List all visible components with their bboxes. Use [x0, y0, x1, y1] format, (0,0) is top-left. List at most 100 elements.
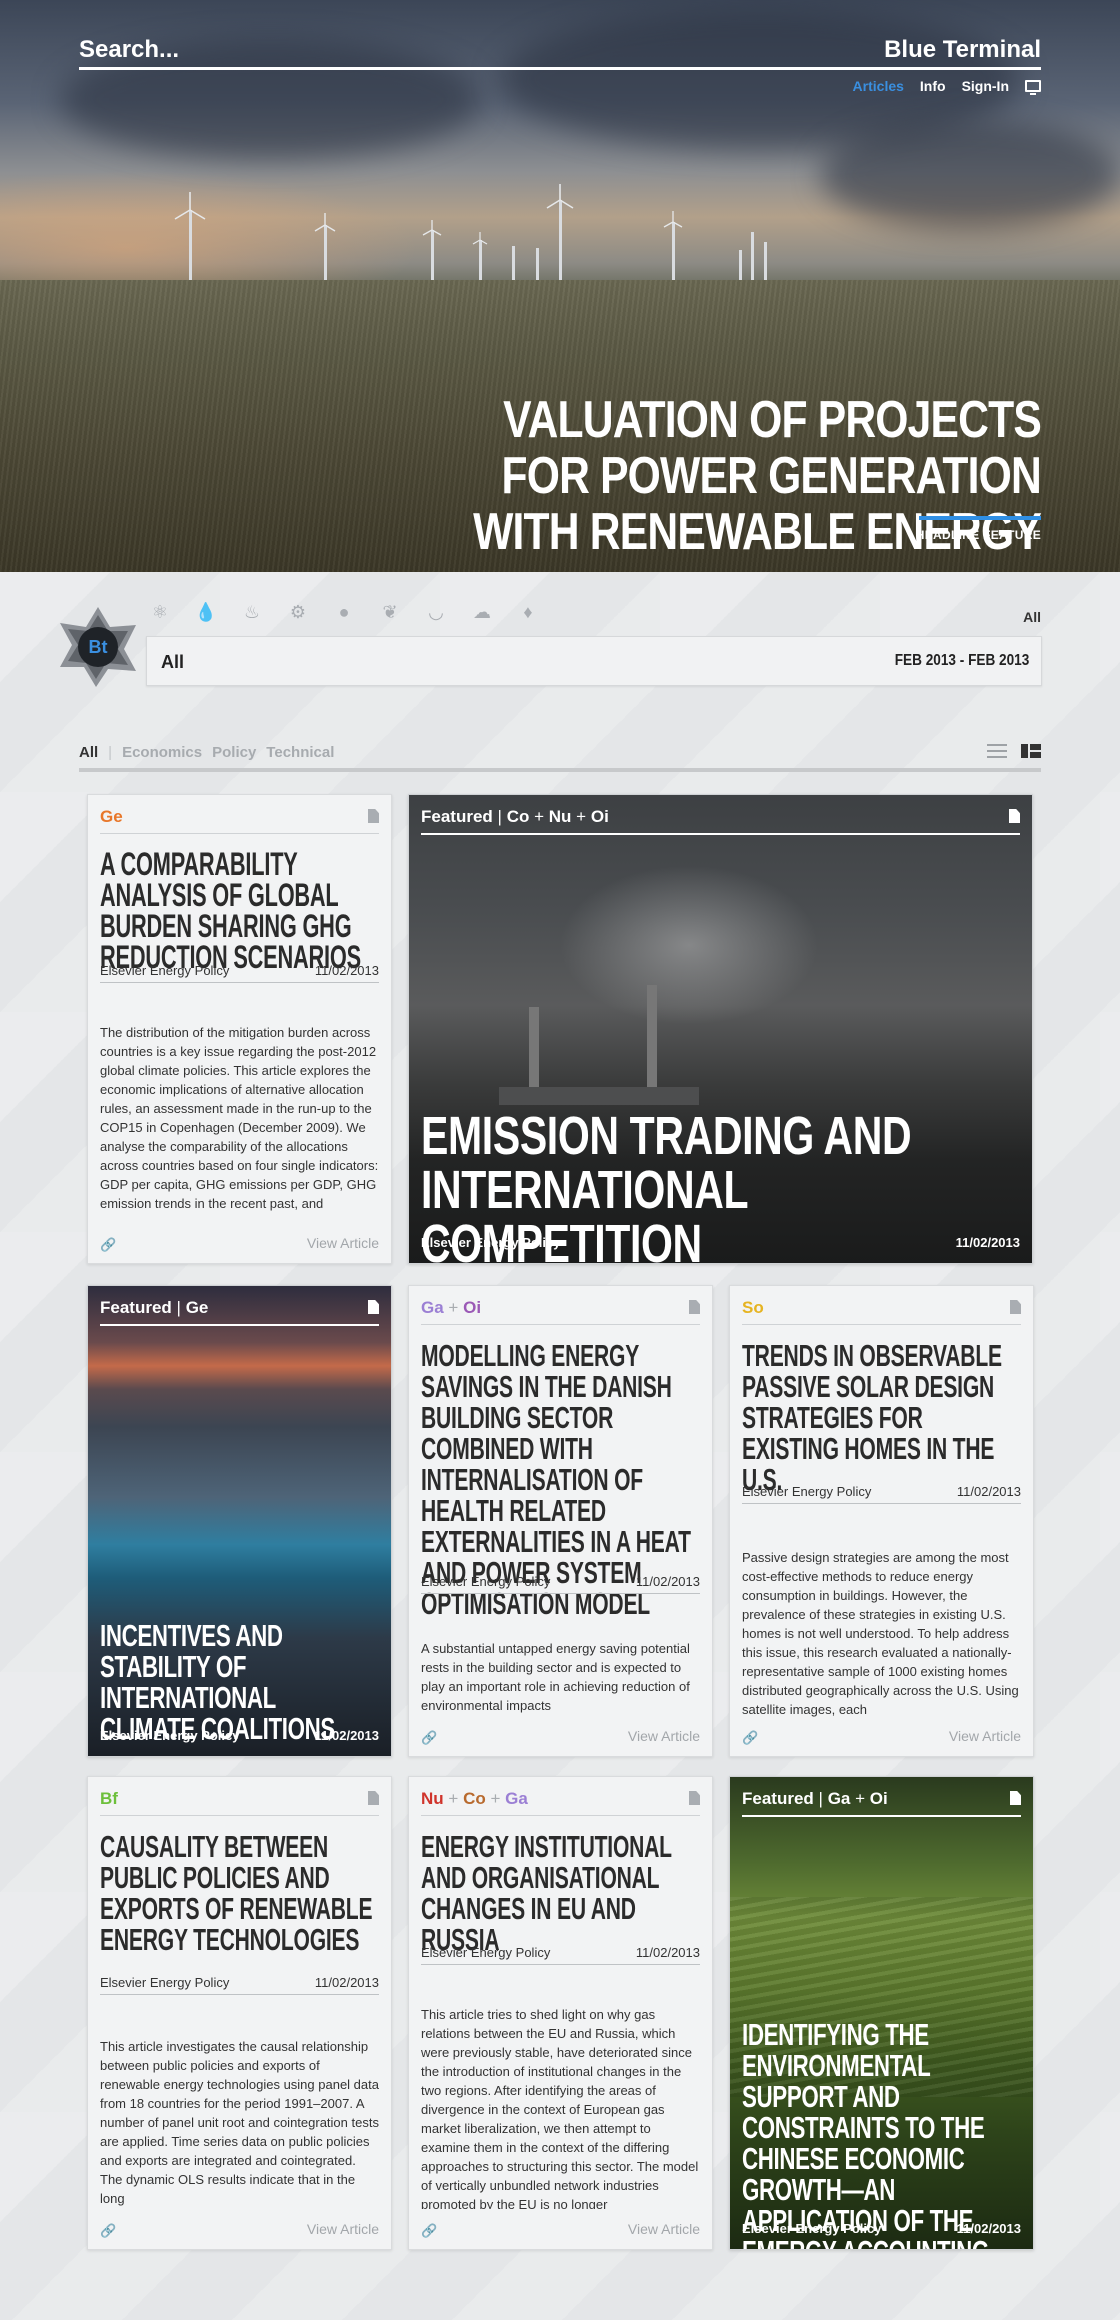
- atom-icon[interactable]: ⚛: [148, 600, 172, 624]
- gear-icon[interactable]: ⚙: [286, 600, 310, 624]
- document-icon: [368, 1300, 379, 1314]
- tab-all[interactable]: All: [79, 744, 98, 761]
- card-meta: Elsevier Energy Policy 11/02/2013: [100, 1973, 379, 1995]
- card-title[interactable]: TRENDS IN OBSERVABLE PASSIVE SOLAR DESIG…: [742, 1340, 1021, 1495]
- card-date: 11/02/2013: [955, 1235, 1020, 1250]
- card-excerpt: This article investigates the causal rel…: [100, 2039, 379, 2206]
- article-card[interactable]: Ga + Oi MODELLING ENERGY SAVINGS IN THE …: [408, 1285, 713, 1757]
- monitor-icon[interactable]: [1025, 80, 1041, 95]
- link-icon[interactable]: 🔗: [100, 2223, 116, 2239]
- card-source: Elsevier Energy Policy: [421, 1945, 551, 1960]
- brand-title[interactable]: Blue Terminal: [884, 36, 1041, 64]
- tab-policy[interactable]: Policy: [212, 744, 256, 761]
- drop-icon[interactable]: 💧: [194, 600, 218, 624]
- card-meta: Elsevier Energy Policy 11/02/2013: [421, 1235, 1020, 1253]
- list-view-icon[interactable]: [987, 744, 1007, 758]
- search-input[interactable]: Search...: [79, 36, 179, 64]
- tab-technical[interactable]: Technical: [266, 744, 334, 761]
- wind-turbine: [314, 213, 336, 280]
- smoke-plume: [559, 865, 819, 1025]
- document-icon: [689, 1791, 700, 1805]
- cloud-icon[interactable]: ☁: [470, 600, 494, 624]
- card-title[interactable]: INCENTIVES AND STABILITY OF INTERNATIONA…: [100, 1620, 374, 1744]
- category-icons: ⚛ 💧 ♨ ⚙ ● ❦ ◡ ☁ ♦: [148, 600, 540, 624]
- link-icon[interactable]: 🔗: [421, 2223, 437, 2239]
- article-card[interactable]: So TRENDS IN OBSERVABLE PASSIVE SOLAR DE…: [729, 1285, 1034, 1757]
- card-title[interactable]: IDENTIFYING THE ENVIRONMENTAL SUPPORT AN…: [742, 2019, 1023, 2249]
- filter-selected[interactable]: All: [161, 652, 184, 673]
- nav-sign-in[interactable]: Sign-In: [962, 78, 1009, 94]
- document-icon: [368, 1791, 379, 1805]
- card-excerpt: A substantial untapped energy saving pot…: [421, 1641, 690, 1713]
- wind-turbine: [736, 250, 744, 280]
- card-meta: Elsevier Energy Policy 11/02/2013: [100, 961, 379, 983]
- grid-view-icon[interactable]: [1021, 744, 1041, 758]
- topic-tabs: All | Economics Policy Technical: [79, 742, 1041, 772]
- nav-articles[interactable]: Articles: [853, 78, 904, 94]
- divider: [421, 1324, 700, 1325]
- view-article-link[interactable]: View Article: [628, 2221, 700, 2237]
- bowl-icon[interactable]: ◡: [424, 600, 448, 624]
- divider: [421, 833, 1020, 835]
- tab-economics[interactable]: Economics: [122, 744, 202, 761]
- search-bar[interactable]: Search... Blue Terminal: [79, 32, 1041, 70]
- card-source: Elsevier Energy Policy: [100, 963, 230, 978]
- card-tags: So: [742, 1298, 764, 1317]
- cloud: [820, 120, 1120, 230]
- card-source: Elsevier Energy Policy: [421, 1235, 561, 1250]
- card-tags: Ge: [100, 807, 123, 826]
- card-meta: Elsevier Energy Policy 11/02/2013: [421, 1572, 700, 1594]
- card-date: 11/02/2013: [956, 2221, 1021, 2236]
- divider: [100, 833, 379, 834]
- chimney: [647, 985, 657, 1097]
- wind-turbine: [760, 242, 770, 280]
- wind-turbine: [546, 184, 574, 280]
- wind-turbine: [663, 211, 683, 280]
- top-nav: Articles Info Sign-In: [853, 78, 1041, 95]
- card-meta: Elsevier Energy Policy 11/02/2013: [742, 1482, 1021, 1504]
- document-icon: [1010, 1791, 1021, 1805]
- wind-turbine: [508, 246, 518, 280]
- tab-separator: |: [108, 744, 113, 761]
- leaf-icon[interactable]: ❦: [378, 600, 402, 624]
- bt-logo-text: Bt: [78, 627, 118, 667]
- view-article-link[interactable]: View Article: [307, 2221, 379, 2237]
- view-article-link[interactable]: View Article: [628, 1728, 700, 1744]
- date-range[interactable]: FEB 2013 - FEB 2013: [894, 652, 1029, 670]
- link-icon[interactable]: 🔗: [742, 1730, 758, 1746]
- hero-banner[interactable]: Search... Blue Terminal Articles Info Si…: [0, 0, 1120, 572]
- card-meta: Elsevier Energy Policy 11/02/2013: [742, 2221, 1021, 2239]
- wind-turbine: [532, 248, 542, 280]
- card-date: 11/02/2013: [956, 1484, 1021, 1499]
- article-card[interactable]: Ge A COMPARABILITY ANALYSIS OF GLOBAL BU…: [87, 794, 392, 1264]
- bt-logo[interactable]: Bt: [56, 605, 140, 689]
- card-excerpt: This article tries to shed light on why …: [421, 2007, 699, 2209]
- category-all-label[interactable]: All: [1023, 609, 1041, 625]
- headline-tag: HEADLINE FEATURE: [915, 528, 1041, 542]
- nav-info[interactable]: Info: [920, 78, 946, 94]
- heat-icon[interactable]: ♨: [240, 600, 264, 624]
- featured-card[interactable]: Featured | Co + Nu + Oi EMISSION TRADING…: [408, 794, 1033, 1264]
- article-card[interactable]: Bf CAUSALITY BETWEEN PUBLIC POLICIES AND…: [87, 1776, 392, 2250]
- divider: [100, 1324, 379, 1326]
- card-title[interactable]: A COMPARABILITY ANALYSIS OF GLOBAL BURDE…: [100, 848, 379, 973]
- card-title[interactable]: ENERGY INSTITUTIONAL AND ORGANISATIONAL …: [421, 1831, 700, 1955]
- link-icon[interactable]: 🔗: [421, 1730, 437, 1746]
- card-title[interactable]: CAUSALITY BETWEEN PUBLIC POLICIES AND EX…: [100, 1831, 379, 1955]
- view-article-link[interactable]: View Article: [307, 1235, 379, 1251]
- article-card[interactable]: Nu + Co + Ga ENERGY INSTITUTIONAL AND OR…: [408, 1776, 713, 2250]
- divider: [100, 1815, 379, 1816]
- card-date: 11/02/2013: [314, 963, 379, 978]
- link-icon[interactable]: 🔗: [100, 1237, 116, 1253]
- featured-card[interactable]: Featured | Ga + Oi IDENTIFYING THE ENVIR…: [729, 1776, 1034, 2250]
- flame-icon[interactable]: ♦: [516, 600, 540, 624]
- view-article-link[interactable]: View Article: [949, 1728, 1021, 1744]
- card-source: Elsevier Energy Policy: [421, 1574, 551, 1589]
- document-icon: [368, 809, 379, 823]
- pig-icon[interactable]: ●: [332, 600, 356, 624]
- featured-card[interactable]: Featured | Ge INCENTIVES AND STABILITY O…: [87, 1285, 392, 1757]
- document-icon: [689, 1300, 700, 1314]
- wind-turbine: [745, 232, 759, 280]
- filter-box[interactable]: All FEB 2013 - FEB 2013: [146, 636, 1042, 686]
- card-date: 11/02/2013: [314, 1728, 379, 1743]
